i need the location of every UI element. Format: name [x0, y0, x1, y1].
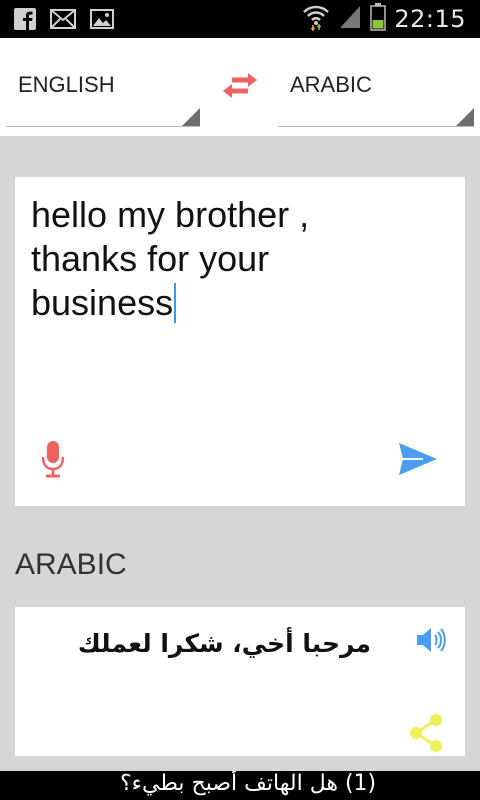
- notification-icons: [14, 8, 114, 34]
- battery-icon: [370, 3, 387, 35]
- output-language-label: ARABIC: [15, 548, 127, 581]
- text-cursor: [174, 283, 177, 323]
- output-card: مرحبا أخي، شكرا لعملك: [15, 607, 465, 756]
- system-status: 22:15: [302, 3, 466, 35]
- source-text: hello my brother , thanks for your busin…: [31, 194, 310, 323]
- app-root: 22:15 ENGLISH ARABIC hello my brother , …: [0, 0, 480, 800]
- target-language-dropdown[interactable]: ARABIC: [278, 38, 474, 127]
- microphone-button[interactable]: [39, 439, 67, 479]
- input-card: hello my brother , thanks for your busin…: [15, 177, 465, 506]
- image-icon: [90, 9, 114, 33]
- source-language-label: ENGLISH: [18, 72, 115, 97]
- mail-icon: [50, 9, 76, 33]
- dropdown-corner-icon: [456, 108, 474, 126]
- banner-text: (1) هل الهاتف أصبح بطيء؟: [120, 771, 377, 796]
- speaker-icon: [417, 628, 446, 652]
- microphone-icon: [41, 441, 65, 478]
- translate-send-button[interactable]: [397, 441, 439, 477]
- target-language-label: ARABIC: [290, 72, 372, 97]
- swap-languages-button[interactable]: [220, 70, 260, 100]
- status-clock: 22:15: [394, 5, 466, 33]
- bottom-notification-banner[interactable]: (1) هل الهاتف أصبح بطيء؟: [0, 771, 480, 800]
- speak-translation-button[interactable]: [415, 625, 447, 655]
- wifi-icon: [302, 3, 330, 35]
- swap-arrows-icon: [223, 73, 257, 98]
- status-bar: 22:15: [0, 0, 480, 38]
- share-icon: [410, 714, 442, 752]
- translated-text: مرحبا أخي، شكرا لعملك: [77, 629, 371, 658]
- signal-icon: [338, 4, 362, 34]
- source-text-input[interactable]: hello my brother , thanks for your busin…: [31, 193, 411, 325]
- facebook-icon: [14, 8, 36, 34]
- source-language-dropdown[interactable]: ENGLISH: [6, 38, 200, 127]
- language-bar: ENGLISH ARABIC: [0, 38, 480, 136]
- share-button[interactable]: [408, 713, 444, 753]
- dropdown-corner-icon: [182, 108, 200, 126]
- send-icon: [399, 443, 437, 475]
